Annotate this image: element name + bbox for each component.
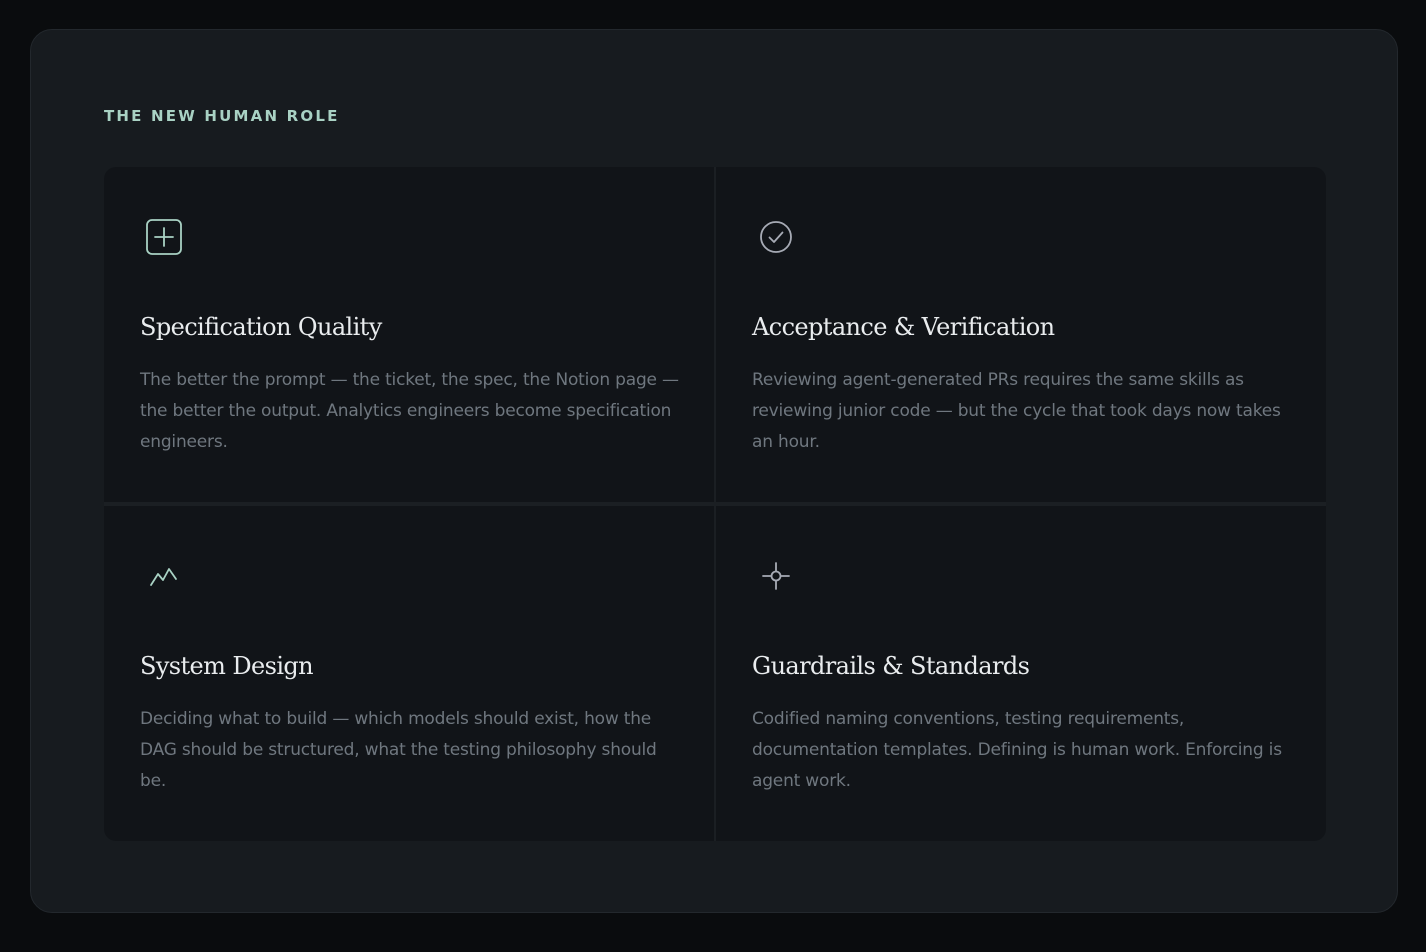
- card-system-design: System Design Deciding what to build — w…: [104, 506, 714, 841]
- crosshair-icon: [756, 556, 796, 596]
- card-description: Reviewing agent-generated PRs requires t…: [752, 370, 1281, 452]
- card-title: Specification Quality: [140, 313, 382, 341]
- plus-square-icon: [144, 217, 184, 257]
- card-specification-quality: Specification Quality The better the pro…: [104, 167, 714, 502]
- check-circle-icon: [756, 217, 796, 257]
- card-description: Codified naming conventions, testing req…: [752, 709, 1282, 791]
- card-description: The better the prompt — the ticket, the …: [140, 370, 679, 452]
- card-guardrails-standards: Guardrails & Standards Codified naming c…: [716, 506, 1326, 841]
- section-eyebrow: THE NEW HUMAN ROLE: [104, 107, 340, 125]
- content-panel: THE NEW HUMAN ROLE Specification Quality…: [30, 29, 1398, 913]
- card-description: Deciding what to build — which models sh…: [140, 709, 657, 791]
- card-title: Guardrails & Standards: [752, 652, 1030, 680]
- card-title: Acceptance & Verification: [752, 313, 1055, 341]
- activity-line-icon: [144, 556, 184, 596]
- card-acceptance-verification: Acceptance & Verification Reviewing agen…: [716, 167, 1326, 502]
- role-card-grid: Specification Quality The better the pro…: [104, 167, 1326, 841]
- card-title: System Design: [140, 652, 314, 680]
